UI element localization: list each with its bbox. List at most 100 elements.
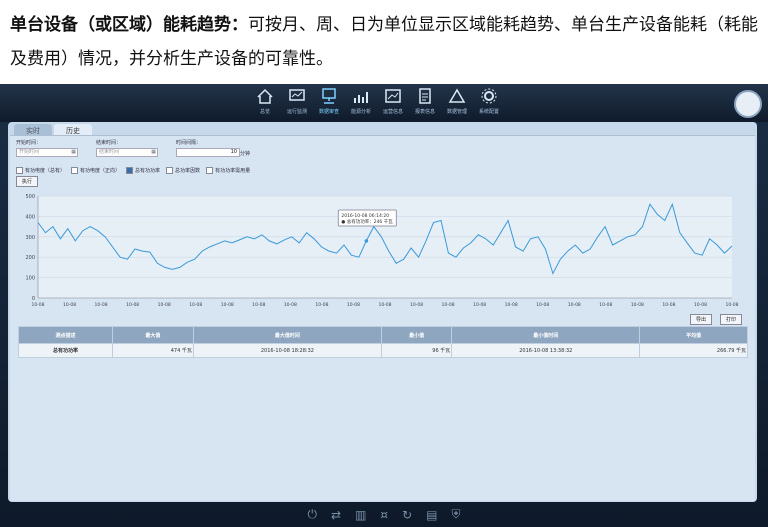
data-query-icon [322,88,336,104]
end-input[interactable]: 结束时间 ▦ [96,148,158,157]
nav-item-trend[interactable]: 运营信息 [380,86,406,120]
x-tick-label: 10-08 [505,302,518,308]
chart-icon[interactable]: ▥ [355,508,366,522]
history-content: 开始时间： 开始时间 ▦ 结束时间： 结束时间 ▦ 时间间隔： 10 分钟 有功电度… [10,135,755,501]
refresh-icon[interactable]: ↻ [402,508,412,522]
checkbox[interactable] [206,167,214,174]
y-tick-label: 500 [25,194,35,200]
x-tick-label: 10-08 [473,302,486,308]
app-window: 总览 运行监测 数据审查 能源分析 运营信息 报表信息 数据管理 系统配置 实时 历史 开始时… [0,84,768,527]
checkbox[interactable] [16,167,23,174]
main-panel: 实时 历史 开始时间： 开始时间 ▦ 结束时间： 结束时间 ▦ 时间间隔： 10 分… [8,122,757,502]
x-tick-label: 10-08 [315,302,328,308]
x-tick-label: 10-08 [442,302,455,308]
money-icon[interactable]: ¤ [380,508,388,522]
calendar-icon[interactable]: ▦ [151,149,156,156]
checkbox-option[interactable]: 有功电度（总有） [16,167,65,174]
run-button[interactable]: 执行 [16,176,39,187]
x-tick-label: 10-08 [662,302,675,308]
nav-item-settings[interactable]: 系统配置 [476,86,502,120]
nav-label: 数据审查 [318,109,339,115]
hover-point [364,239,369,243]
table-header: 最小值时间 [451,326,641,344]
table-cell: 2016-10-08 18:28:32 [192,343,382,358]
home-icon [257,88,273,104]
table-header: 测点描述 [18,326,113,344]
table-header: 最大值 [111,326,194,344]
checkbox[interactable] [166,167,174,174]
y-tick-label: 400 [25,214,35,220]
nav-item-report[interactable]: 报表信息 [412,86,438,120]
x-tick-label: 10-08 [284,302,297,308]
print-button[interactable]: 打印 [720,314,743,325]
building-icon[interactable]: ▤ [426,508,437,522]
settings-icon [481,88,497,104]
y-tick-label: 200 [25,255,35,261]
x-tick-label: 10-08 [63,302,76,308]
caption-bold: 单台设备（或区域）能耗趋势： [10,15,248,35]
export-button[interactable]: 导出 [690,314,713,325]
x-tick-label: 10-08 [252,302,265,308]
checkbox[interactable] [71,167,79,174]
power-icon[interactable]: ⏻ [308,507,318,522]
interval-unit: 分钟 [240,151,251,157]
x-tick-label: 10-08 [599,302,612,308]
x-tick-label: 10-08 [347,302,360,308]
switch-icon[interactable]: ⇄ [331,508,341,522]
caption: 单台设备（或区域）能耗趋势：可按月、周、日为单位显示区域能耗趋势、单台生产设备能… [10,8,760,76]
x-tick-label: 10-08 [536,302,549,308]
tooltip-time: 2016-10-08 06:14:20 [341,213,389,219]
shield-icon[interactable]: ⛨ [451,507,460,522]
table-cell: 474 千瓦 [111,343,194,358]
nav-label: 运营信息 [382,109,403,115]
energy-analysis-icon [354,92,368,103]
x-tick-label: 10-08 [189,302,202,308]
power-trend-chart: 0 100 200 300 400 500 10-08 10-08 10-08 10-08 10-0… [25,194,738,308]
nav-item-data-query[interactable]: 数据审查 [316,86,342,120]
table-header: 最大值时间 [192,326,382,344]
trend-icon [385,89,401,103]
nav-label: 能源分析 [350,109,371,115]
nav-item-data-manage[interactable]: 数据管理 [444,86,470,120]
calendar-icon[interactable]: ▦ [71,149,76,156]
interval-input[interactable]: 10 [176,148,240,157]
nav-item-energy-analysis[interactable]: 能源分析 [348,86,374,120]
checkbox-label: 有功功率需用量 [215,168,251,174]
stats-table: 测点描述 最大值 最大值时间 最小值 最小值时间 平均值 总有功功率 474 千瓦 2016-… [18,326,748,358]
report-icon [419,88,431,104]
metric-checkboxes: 有功电度（总有） 有功电度（正向） 总有功功率 总功率因数 有功功率需用量 [16,167,250,174]
x-tick-label: 10-08 [631,302,644,308]
x-tick-label: 10-08 [126,302,139,308]
y-tick-label: 100 [25,276,35,282]
checkbox-option[interactable]: 总功率因数 [166,167,200,174]
checkbox-option[interactable]: 总有功功率 [126,167,160,174]
x-tick-label: 10-08 [725,302,738,308]
checkbox-option[interactable]: 有功电度（正向） [71,167,120,174]
nav-label: 运行监测 [286,109,307,115]
interval-label: 时间间隔： [176,140,202,146]
y-tick-label: 300 [25,235,35,241]
monitor-icon [289,89,305,101]
top-navbar: 总览 运行监测 数据审查 能源分析 运营信息 报表信息 数据管理 系统配置 [0,84,768,122]
nav-item-monitor[interactable]: 运行监测 [284,86,310,120]
table-cell: 96 千瓦 [380,343,453,358]
table-cell: 266.79 千瓦 [639,343,748,358]
nav-label: 报表信息 [414,109,435,115]
x-tick-label: 10-08 [31,302,44,308]
checkbox-option[interactable]: 有功功率需用量 [206,167,250,174]
nav-label: 数据管理 [446,109,467,115]
y-tick-label: 0 [32,296,35,302]
start-label: 开始时间： [16,140,42,146]
data-manage-icon [448,88,466,103]
table-cell: 2016-10-08 13:38:32 [451,343,641,358]
main-nav: 总览 运行监测 数据审查 能源分析 运营信息 报表信息 数据管理 系统配置 [252,86,502,120]
nav-item-home[interactable]: 总览 [252,86,278,120]
checkbox[interactable] [126,167,134,174]
x-tick-label: 10-08 [221,302,234,308]
x-tick-label: 10-08 [158,302,171,308]
start-input[interactable]: 开始时间 ▦ [16,148,78,157]
checkbox-label: 总有功功率 [135,168,161,174]
tooltip-value: ● 总有功功率：246 千瓦 [341,218,393,225]
nav-label: 总览 [259,109,270,115]
checkbox-label: 有功电度（总有） [25,168,66,174]
